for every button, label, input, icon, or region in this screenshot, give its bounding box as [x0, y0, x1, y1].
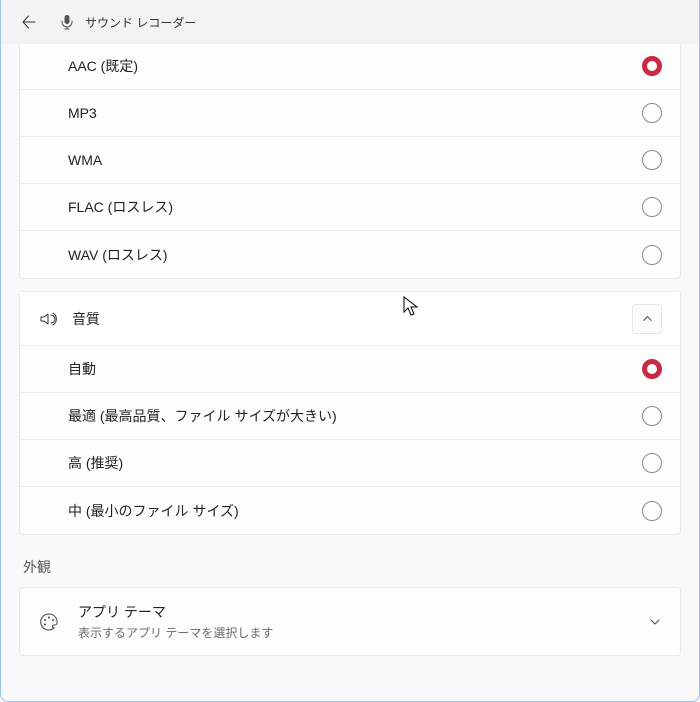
format-option-flac[interactable]: FLAC (ロスレス): [20, 184, 680, 231]
quality-group: 音質 自動 最適 (最高品質、ファイル サイズが大きい) 高 (推奨) 中 (最…: [19, 291, 681, 535]
back-button[interactable]: [9, 2, 49, 42]
appearance-section-label: 外観: [23, 557, 681, 577]
format-option-aac[interactable]: AAC (既定): [20, 44, 680, 90]
microphone-icon: [59, 14, 75, 30]
format-option-wma[interactable]: WMA: [20, 137, 680, 184]
speaker-icon: [38, 309, 58, 329]
theme-text: アプリ テーマ 表示するアプリ テーマを選択します: [78, 602, 648, 641]
palette-icon: [38, 611, 60, 633]
radio-icon: [642, 56, 662, 76]
radio-icon: [642, 453, 662, 473]
app-icon: [59, 14, 75, 30]
radio-icon: [642, 150, 662, 170]
quality-header-label: 音質: [72, 309, 632, 329]
radio-icon: [642, 406, 662, 426]
chevron-up-icon: [642, 313, 653, 324]
option-label: 高 (推奨): [68, 453, 642, 473]
format-group: AAC (既定) MP3 WMA FLAC (ロスレス) WAV (ロスレス): [19, 44, 681, 279]
option-label: AAC (既定): [68, 56, 642, 76]
format-option-wav[interactable]: WAV (ロスレス): [20, 231, 680, 278]
radio-icon: [642, 501, 662, 521]
option-label: WMA: [68, 152, 642, 168]
option-label: 最適 (最高品質、ファイル サイズが大きい): [68, 406, 642, 426]
theme-title: アプリ テーマ: [78, 602, 648, 622]
quality-header[interactable]: 音質: [20, 292, 680, 346]
quality-option-high[interactable]: 高 (推奨): [20, 440, 680, 487]
theme-subtitle: 表示するアプリ テーマを選択します: [78, 624, 648, 641]
format-option-mp3[interactable]: MP3: [20, 90, 680, 137]
radio-icon: [642, 197, 662, 217]
radio-icon: [642, 245, 662, 265]
option-label: 自動: [68, 359, 642, 379]
app-title: サウンド レコーダー: [85, 14, 196, 31]
option-label: FLAC (ロスレス): [68, 197, 642, 217]
option-label: WAV (ロスレス): [68, 245, 642, 265]
app-theme-card[interactable]: アプリ テーマ 表示するアプリ テーマを選択します: [19, 587, 681, 656]
quality-option-auto[interactable]: 自動: [20, 346, 680, 393]
radio-icon: [642, 359, 662, 379]
collapse-button[interactable]: [632, 304, 662, 334]
quality-option-best[interactable]: 最適 (最高品質、ファイル サイズが大きい): [20, 393, 680, 440]
option-label: 中 (最小のファイル サイズ): [68, 501, 642, 521]
quality-option-medium[interactable]: 中 (最小のファイル サイズ): [20, 487, 680, 534]
radio-icon: [642, 103, 662, 123]
arrow-left-icon: [21, 14, 37, 30]
chevron-down-icon: [648, 615, 662, 629]
option-label: MP3: [68, 105, 642, 121]
